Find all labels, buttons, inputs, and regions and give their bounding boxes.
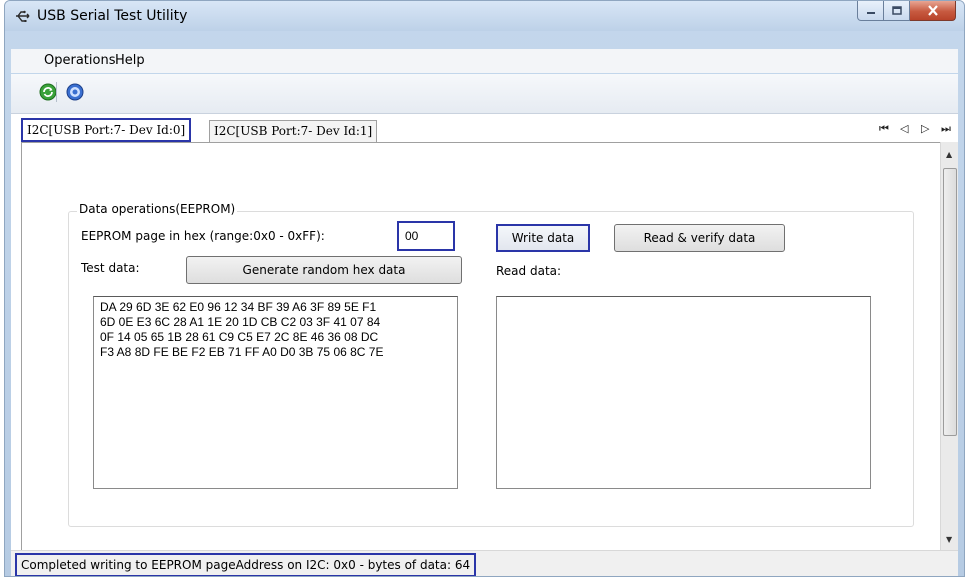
app-window: USB Serial Test Utility Operations Help xyxy=(4,0,965,577)
status-bar: Completed writing to EEPROM pageAddress … xyxy=(11,550,958,576)
minimize-icon xyxy=(866,11,875,14)
scroll-thumb[interactable] xyxy=(943,168,957,436)
title-bar[interactable]: USB Serial Test Utility xyxy=(5,1,964,31)
write-data-button[interactable]: Write data xyxy=(496,224,590,252)
page-label: EEPROM page in hex (range:0x0 - 0xFF): xyxy=(81,229,325,243)
read-verify-button[interactable]: Read & verify data xyxy=(614,224,785,252)
generate-random-button[interactable]: Generate random hex data xyxy=(186,256,462,284)
toolbar-separator xyxy=(56,82,57,102)
menu-bar: Operations Help xyxy=(11,49,958,73)
content-area: I2C[USB Port:7- Dev Id:0] I2C[USB Port:7… xyxy=(11,114,958,550)
test-data-textbox[interactable]: DA 29 6D 3E 62 E0 96 12 34 BF 39 A6 3F 8… xyxy=(93,296,458,489)
refresh-icon xyxy=(39,83,57,101)
maximize-icon xyxy=(891,6,902,15)
toolbar xyxy=(11,74,958,114)
vertical-scrollbar[interactable]: ▲ ▼ xyxy=(940,142,958,550)
scroll-up-icon[interactable]: ▲ xyxy=(946,150,952,159)
maximize-button[interactable] xyxy=(884,1,910,21)
refresh-button[interactable] xyxy=(38,82,58,102)
close-icon xyxy=(927,5,938,16)
test-data-label: Test data: xyxy=(81,261,140,275)
tab-device-1[interactable]: I2C[USB Port:7- Dev Id:1] xyxy=(209,120,378,142)
read-data-textbox[interactable] xyxy=(496,296,871,489)
window-title: USB Serial Test Utility xyxy=(37,8,188,24)
tab-first-icon[interactable]: ⏮ xyxy=(879,122,889,136)
tab-last-icon[interactable]: ⏭ xyxy=(941,122,951,136)
tab-strip: I2C[USB Port:7- Dev Id:0] I2C[USB Port:7… xyxy=(11,114,958,142)
help-button[interactable] xyxy=(65,82,85,102)
eeprom-group: Data operations(EEPROM) EEPROM page in h… xyxy=(68,202,914,527)
help-icon xyxy=(66,83,84,101)
status-text: Completed writing to EEPROM pageAddress … xyxy=(15,553,477,576)
window-controls xyxy=(857,1,956,21)
usb-icon xyxy=(16,10,30,22)
minimize-button[interactable] xyxy=(857,1,884,21)
tab-next-icon[interactable]: ▷ xyxy=(921,122,929,135)
page-input[interactable] xyxy=(397,221,455,251)
group-title: Data operations(EEPROM) xyxy=(77,202,238,216)
tab-prev-icon[interactable]: ◁ xyxy=(900,122,908,135)
menu-help[interactable]: Help xyxy=(109,52,151,69)
tab-page: Data operations(EEPROM) EEPROM page in h… xyxy=(21,142,958,550)
tab-device-0[interactable]: I2C[USB Port:7- Dev Id:0] xyxy=(21,118,192,142)
scroll-down-icon[interactable]: ▼ xyxy=(946,535,952,544)
close-button[interactable] xyxy=(910,1,956,21)
read-data-label: Read data: xyxy=(496,264,562,278)
